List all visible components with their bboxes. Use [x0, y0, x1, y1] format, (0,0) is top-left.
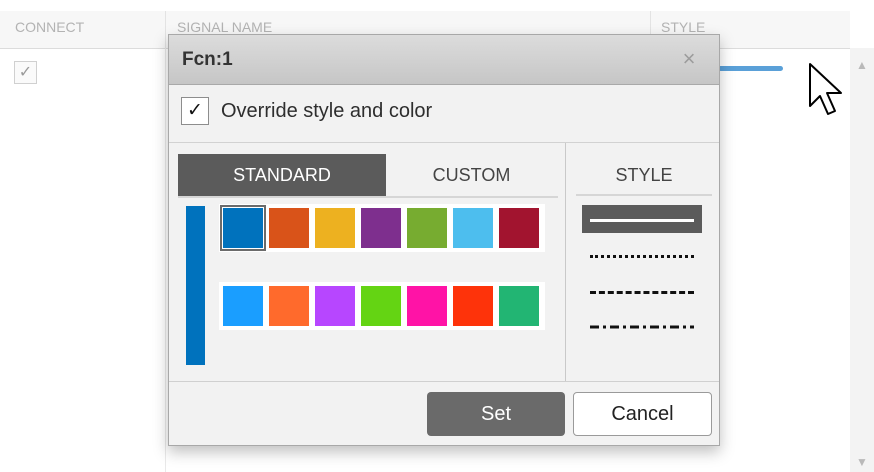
connect-checkbox[interactable]: ✓ [14, 61, 37, 84]
color-swatch[interactable] [315, 208, 355, 248]
color-panel: STANDARD CUSTOM [169, 143, 566, 381]
color-swatch[interactable] [361, 286, 401, 326]
style-header: STYLE [576, 154, 712, 196]
override-row: ✓ Override style and color [169, 85, 719, 143]
line-style-dialog: Fcn:1 × ✓ Override style and color STAND… [168, 34, 720, 446]
style-option-solid[interactable] [582, 205, 702, 233]
scroll-down-icon[interactable]: ▼ [854, 455, 870, 469]
color-swatch[interactable] [223, 286, 263, 326]
mouse-cursor-icon [809, 63, 842, 115]
style-option-dotted[interactable] [582, 241, 702, 269]
override-label[interactable]: Override style and color [221, 97, 432, 125]
tab-standard[interactable]: STANDARD [178, 154, 386, 196]
tab-custom[interactable]: CUSTOM [386, 154, 557, 196]
color-swatch[interactable] [407, 286, 447, 326]
color-swatch[interactable] [220, 205, 266, 251]
style-option-dashed[interactable] [582, 277, 702, 305]
color-swatch[interactable] [269, 286, 309, 326]
swatch-row [219, 204, 545, 252]
override-checkbox[interactable]: ✓ [181, 97, 209, 125]
color-swatch[interactable] [499, 286, 539, 326]
line-style-preview[interactable] [718, 66, 783, 71]
color-swatch[interactable] [453, 286, 493, 326]
dialog-footer: Set Cancel [169, 381, 719, 445]
set-button[interactable]: Set [427, 392, 565, 436]
style-option-dash-dot[interactable] [582, 313, 702, 341]
scroll-up-icon[interactable]: ▲ [854, 58, 870, 72]
dialog-title: Fcn:1 [182, 49, 233, 70]
column-divider [165, 48, 166, 472]
color-swatch[interactable] [499, 208, 539, 248]
color-swatch[interactable] [407, 208, 447, 248]
color-swatch[interactable] [361, 208, 401, 248]
swatch-grid [219, 204, 545, 362]
cancel-button[interactable]: Cancel [573, 392, 712, 436]
close-icon[interactable]: × [677, 47, 701, 71]
swatch-row [219, 282, 545, 330]
style-panel: STYLE [566, 143, 719, 381]
dialog-titlebar[interactable]: Fcn:1 × [169, 35, 719, 85]
vertical-scrollbar[interactable] [850, 48, 874, 472]
column-divider [165, 11, 166, 48]
tab-underline [178, 196, 558, 198]
current-color-indicator [186, 206, 205, 365]
color-swatch[interactable] [269, 208, 309, 248]
color-swatch[interactable] [453, 208, 493, 248]
column-header-connect[interactable]: CONNECT [15, 11, 84, 48]
color-swatch[interactable] [315, 286, 355, 326]
